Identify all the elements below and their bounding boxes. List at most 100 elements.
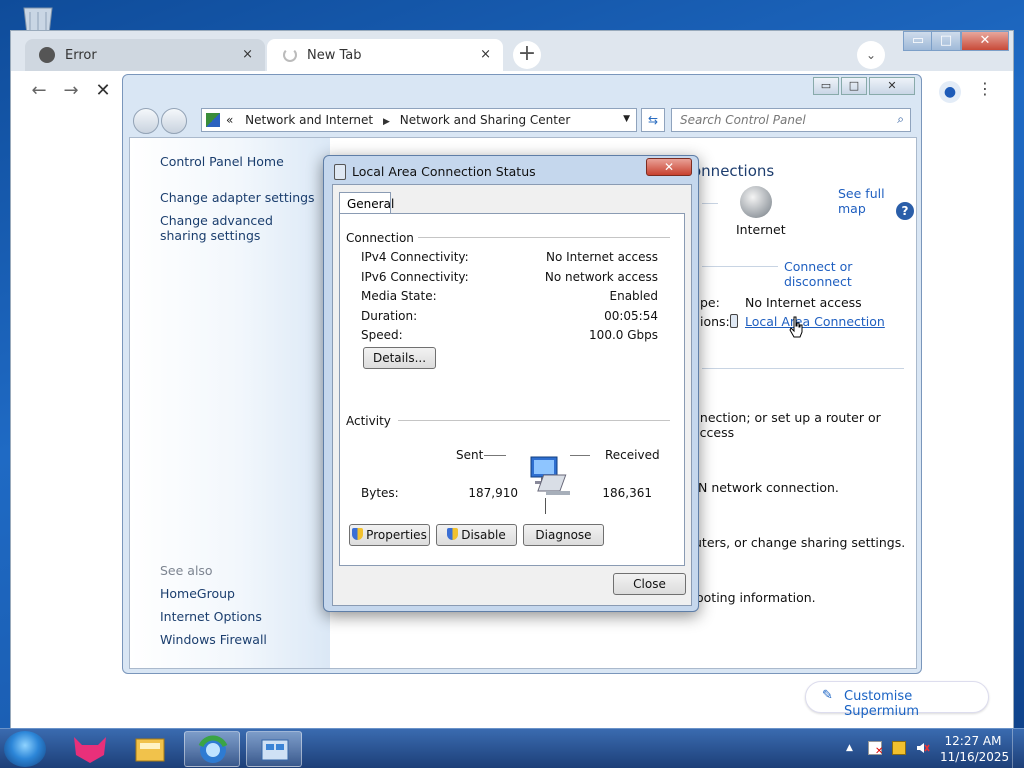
tab-strip: Error × New Tab × + ⌄ ▭ □ ✕ xyxy=(11,31,1013,71)
cp-forward-button[interactable] xyxy=(161,108,187,134)
cp-back-button[interactable] xyxy=(133,108,159,134)
uac-shield-icon xyxy=(447,528,459,540)
dialog-title: Local Area Connection Status xyxy=(352,164,536,179)
connect-or-disconnect-link[interactable]: Connect or disconnect xyxy=(784,259,916,289)
task-setup-connection[interactable]: nnection; or set up a router or access xyxy=(692,410,916,440)
search-input[interactable]: Search Control Panel ⌕ xyxy=(671,108,911,132)
cp-maximize-button[interactable]: □ xyxy=(841,77,867,95)
media-state-value: Enabled xyxy=(609,289,659,303)
internet-globe-icon xyxy=(740,186,772,218)
breadcrumb-separator-icon: ▶ xyxy=(382,117,390,127)
tab-general[interactable]: General xyxy=(339,192,394,214)
speed-label: Speed: xyxy=(361,328,403,342)
general-tab-panel: Connection IPv4 Connectivity: No Interne… xyxy=(339,213,685,566)
sent-line xyxy=(484,455,506,456)
internet-label: Internet xyxy=(736,222,786,237)
connection-group-heading: Connection xyxy=(346,231,414,245)
start-button-icon[interactable] xyxy=(4,731,46,767)
customise-button[interactable]: ✎ Customise Supermium xyxy=(805,681,989,719)
hand-cursor-icon xyxy=(788,316,804,338)
network-computers-icon xyxy=(529,455,577,499)
refresh-icon[interactable]: ⇆ xyxy=(641,108,665,132)
access-type-label: pe: xyxy=(700,295,720,310)
clock-date: 11/16/2025 xyxy=(940,750,1010,764)
task-sharing[interactable]: uters, or change sharing settings. xyxy=(694,535,905,550)
address-bar[interactable]: « Network and Internet ▶ Network and Sha… xyxy=(201,108,637,132)
maximize-button[interactable]: □ xyxy=(931,31,961,51)
forward-arrow-icon[interactable]: → xyxy=(59,79,83,103)
internet-options-link[interactable]: Internet Options xyxy=(160,609,262,624)
new-tab-button[interactable]: + xyxy=(513,41,541,69)
bytes-sent-value: 187,910 xyxy=(468,486,518,500)
taskbar-app-fox-icon[interactable] xyxy=(62,731,118,767)
control-panel-home-link[interactable]: Control Panel Home xyxy=(160,154,284,169)
breadcrumb-prefix: « xyxy=(226,113,234,127)
task-troubleshoot[interactable]: ooting information. xyxy=(696,590,816,605)
task-vpn[interactable]: N network connection. xyxy=(698,480,839,495)
profile-avatar-icon[interactable]: ● xyxy=(939,81,961,103)
close-tab-icon[interactable]: × xyxy=(242,47,253,62)
taskbar-clock[interactable]: 12:27 AM 11/16/2025 xyxy=(940,733,1010,765)
disable-button[interactable]: Disable xyxy=(436,524,517,546)
tab-label: Error xyxy=(65,48,97,63)
tab-label: New Tab xyxy=(307,48,362,63)
connections-label: ions: xyxy=(700,314,730,329)
menu-kebab-icon[interactable]: ⋮ xyxy=(977,79,993,98)
tab-new-tab[interactable]: New Tab × xyxy=(267,39,503,71)
volume-muted-icon[interactable] xyxy=(916,741,930,755)
cp-close-button[interactable]: ✕ xyxy=(869,77,915,95)
ipv6-label: IPv6 Connectivity: xyxy=(361,270,469,284)
network-warning-icon[interactable] xyxy=(892,741,906,755)
action-center-flag-icon[interactable]: ✕ xyxy=(868,741,883,757)
dialog-close-button[interactable]: ✕ xyxy=(646,158,692,176)
homegroup-link[interactable]: HomeGroup xyxy=(160,586,235,601)
windows-firewall-link[interactable]: Windows Firewall xyxy=(160,632,267,647)
local-area-connection-link[interactable]: Local Area Connection xyxy=(745,314,885,329)
change-adapter-settings-link[interactable]: Change adapter settings xyxy=(160,190,315,205)
duration-value: 00:05:54 xyxy=(604,309,658,323)
show-hidden-icons-icon[interactable]: ▲ xyxy=(846,743,853,753)
see-full-map-link[interactable]: See full map xyxy=(838,186,916,216)
minimize-button[interactable]: ▭ xyxy=(903,31,933,51)
file-explorer-icon[interactable] xyxy=(122,731,178,767)
globe-icon xyxy=(39,47,55,63)
bytes-label: Bytes: xyxy=(361,486,399,500)
left-navigation-pane: Control Panel Home Change adapter settin… xyxy=(130,138,330,668)
cp-minimize-button[interactable]: ▭ xyxy=(813,77,839,95)
map-connector xyxy=(702,203,718,204)
uac-shield-icon xyxy=(352,528,364,540)
ipv6-value: No network access xyxy=(544,270,658,284)
activity-group-heading: Activity xyxy=(346,414,391,428)
diagnose-button[interactable]: Diagnose xyxy=(523,524,604,546)
tab-error[interactable]: Error × xyxy=(25,39,265,71)
breadcrumb-sharing-center[interactable]: Network and Sharing Center xyxy=(400,113,571,127)
address-dropdown-icon[interactable]: ▼ xyxy=(623,114,630,124)
sent-label: Sent xyxy=(456,448,484,462)
show-desktop-button[interactable] xyxy=(1012,729,1024,768)
details-button[interactable]: Details... xyxy=(363,347,436,369)
close-tab-icon[interactable]: × xyxy=(480,47,491,62)
close-window-button[interactable]: ✕ xyxy=(961,31,1009,51)
stop-loading-icon[interactable]: ✕ xyxy=(91,79,115,103)
network-adapter-icon xyxy=(334,164,346,180)
connection-status-dialog: Local Area Connection Status ✕ General C… xyxy=(323,155,699,612)
divider xyxy=(702,368,904,369)
search-icon[interactable]: ⌕ xyxy=(897,112,904,127)
change-advanced-sharing-link[interactable]: Change advanced sharing settings xyxy=(160,213,310,243)
ipv4-value: No Internet access xyxy=(545,250,658,264)
divider xyxy=(702,266,778,267)
close-button[interactable]: Close xyxy=(613,573,686,595)
media-state-label: Media State: xyxy=(361,289,437,303)
page-heading: onnections xyxy=(692,162,775,180)
breadcrumb-network-internet[interactable]: Network and Internet xyxy=(245,113,373,127)
disable-label: Disable xyxy=(461,528,506,542)
back-arrow-icon[interactable]: ← xyxy=(27,79,51,103)
pencil-icon: ✎ xyxy=(822,688,833,703)
tab-search-chevron-icon[interactable]: ⌄ xyxy=(857,41,885,69)
properties-button[interactable]: Properties xyxy=(349,524,430,546)
ipv4-label: IPv4 Connectivity: xyxy=(361,250,469,264)
control-panel-taskbar-icon[interactable] xyxy=(246,731,302,767)
received-label: Received xyxy=(605,448,660,462)
browser-taskbar-icon[interactable] xyxy=(184,731,240,767)
loading-spinner-icon xyxy=(283,48,297,62)
